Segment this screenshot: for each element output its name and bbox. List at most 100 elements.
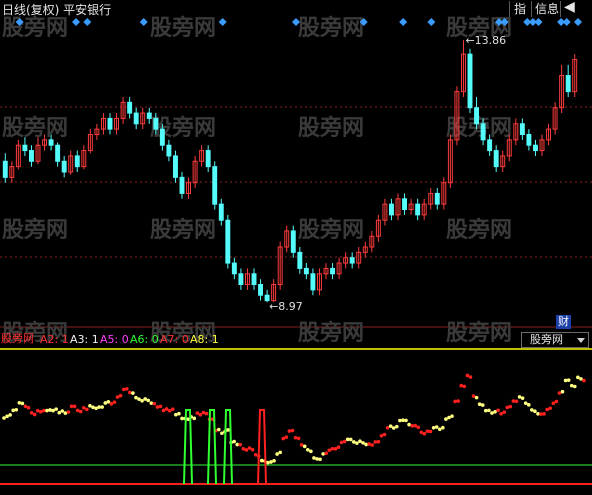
oscillator-dot <box>247 446 252 450</box>
oscillator-dot <box>533 409 537 414</box>
candle-body <box>238 273 244 285</box>
signal-diamond-icon <box>218 18 227 26</box>
candle-body <box>22 144 28 152</box>
oscillator-dot <box>306 447 310 452</box>
signal-diamond-icon <box>574 18 582 26</box>
oscillator-dot <box>566 378 571 382</box>
oscillator-dot <box>290 428 295 433</box>
oscillator-dot <box>520 396 525 400</box>
index-button[interactable]: 指 <box>514 2 526 16</box>
oscillator-dot <box>523 401 528 405</box>
oscillator-dot <box>536 411 540 416</box>
candle-body <box>133 112 139 125</box>
indicator-bar: 股旁网 <box>0 331 592 347</box>
oscillator-dot <box>576 375 580 380</box>
oscillator-dot <box>459 383 464 388</box>
oscillator-dot <box>250 447 255 452</box>
oscillator-dot <box>192 416 197 421</box>
oscillator-dot <box>143 397 147 401</box>
candle-body <box>127 101 133 114</box>
candle-body <box>218 203 224 221</box>
oscillator-dot <box>272 458 276 463</box>
watermark-text: 股旁网 <box>2 115 68 141</box>
oscillator-dot <box>32 412 37 417</box>
oscillator-dot <box>220 431 224 436</box>
signal-diamond-icon <box>534 18 543 26</box>
oscillator-dot <box>447 415 451 420</box>
candle-body <box>330 267 336 275</box>
candle-body <box>258 284 264 296</box>
signal-diamond-icon <box>72 18 81 26</box>
oscillator-dot <box>201 410 206 415</box>
oscillator-dot <box>551 401 556 406</box>
oscillator-dot <box>287 429 292 433</box>
oscillator-dot <box>281 436 286 441</box>
oscillator-dot <box>63 411 68 415</box>
oscillator-dot <box>419 430 424 435</box>
candle-body <box>231 262 237 275</box>
oscillator-dot <box>493 410 497 414</box>
oscillator-dot <box>72 404 77 409</box>
candle-body <box>166 144 172 157</box>
oscillator-dot <box>128 390 132 395</box>
oscillator-dot <box>241 447 246 451</box>
oscillator-dot <box>539 412 543 416</box>
indicator-selector[interactable]: 股旁网 <box>521 332 589 348</box>
oscillator-dot <box>170 407 175 411</box>
oscillator-dot <box>118 393 123 398</box>
oscillator-dot <box>152 401 157 406</box>
oscillator-dot <box>483 408 488 413</box>
candle-body <box>349 257 355 264</box>
oscillator-dot <box>85 407 89 412</box>
oscillator-dot <box>2 416 6 420</box>
oscillator-dot <box>474 395 479 400</box>
finance-badge[interactable]: 财 <box>556 315 571 329</box>
oscillator-dot <box>226 428 230 432</box>
oscillator-dot <box>97 405 101 409</box>
oscillator-dot <box>296 436 301 441</box>
oscillator-dot <box>434 425 439 429</box>
candle-body <box>310 273 316 291</box>
oscillator-dot <box>112 400 117 404</box>
red-spike <box>257 409 267 485</box>
oscillator-dot <box>140 399 144 403</box>
oscillator-dot <box>425 429 430 433</box>
oscillator-dot <box>398 418 402 423</box>
oscillator-dot <box>309 449 313 454</box>
oscillator-dot <box>410 424 414 428</box>
oscillator-dot <box>121 387 126 392</box>
collapse-arrow-icon[interactable]: ◀ <box>564 0 575 14</box>
oscillator-dot <box>155 405 160 409</box>
oscillator-dot <box>124 387 129 391</box>
oscillator-dot <box>275 452 279 456</box>
oscillator-dot <box>441 425 445 430</box>
candle-body <box>74 155 80 168</box>
oscillator-dot <box>514 399 519 404</box>
oscillator-dot <box>413 423 418 428</box>
green-spike <box>207 409 217 485</box>
oscillator-dot <box>81 405 86 410</box>
oscillator-dot <box>376 439 381 444</box>
candle-body <box>565 75 571 93</box>
oscillator-dot <box>391 426 396 430</box>
info-button[interactable]: 信息 <box>535 2 559 16</box>
oscillator-dot <box>54 407 58 411</box>
oscillator-dot <box>355 441 359 445</box>
candle-body <box>493 150 499 168</box>
oscillator-dot <box>60 409 65 413</box>
oscillator-dot <box>23 404 28 409</box>
oscillator-dot <box>453 399 457 404</box>
oscillator-dot <box>582 378 586 383</box>
oscillator-dot <box>315 457 319 461</box>
oscillator-dot <box>358 439 362 444</box>
signal-diamond-icon <box>562 18 571 26</box>
oscillator-dot <box>352 440 356 444</box>
oscillator-dot <box>94 406 98 411</box>
signal-diamond-icon <box>83 18 92 26</box>
oscillator-dot <box>508 404 513 409</box>
candle-body <box>48 139 54 146</box>
oscillator-dot <box>51 408 55 413</box>
oscillator-dot <box>26 405 31 410</box>
oscillator-dot <box>548 406 553 411</box>
oscillator-dot <box>235 442 240 447</box>
